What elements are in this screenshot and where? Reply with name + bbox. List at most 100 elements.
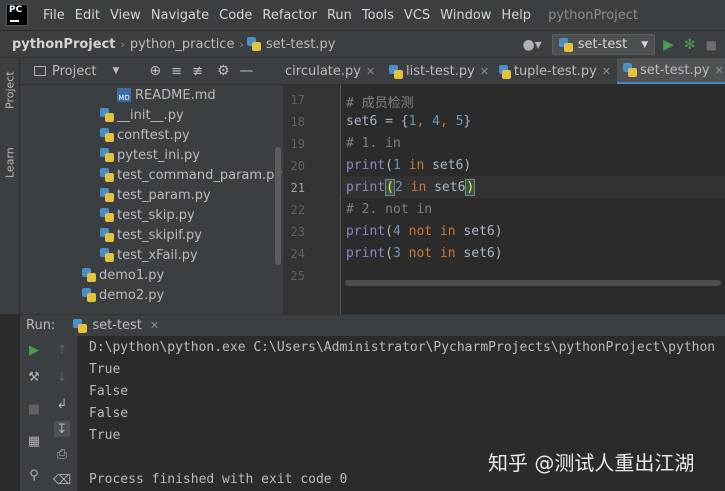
list-item[interactable]: MD README.md bbox=[117, 85, 216, 105]
code-line[interactable]: # 1. in bbox=[346, 136, 401, 151]
code-line[interactable]: print(4 not in set6) bbox=[346, 224, 503, 239]
python-file-icon bbox=[100, 188, 114, 202]
list-item[interactable]: conftest.py bbox=[100, 125, 190, 145]
menu-tools[interactable]: Tools bbox=[357, 8, 399, 23]
code-line[interactable]: # 成员检测 bbox=[346, 92, 414, 111]
code-line[interactable]: print(3 not in set6) bbox=[346, 246, 503, 261]
console-line: False bbox=[89, 384, 129, 399]
project-panel-header: Project ▼ ⊕ ≡ ≢ ⚙ — bbox=[20, 58, 283, 85]
line-number-gutter: 17 18 19 20 21 22 23 24 25 bbox=[283, 85, 341, 314]
run-icon[interactable]: ▶ bbox=[663, 37, 674, 53]
code-line[interactable]: set6 = {1, 4, 5} bbox=[346, 114, 471, 129]
run-tab-label[interactable]: set-test bbox=[92, 318, 142, 333]
run-label: Run: bbox=[26, 318, 56, 333]
tab-set-test[interactable]: set-test.py ✕ bbox=[617, 58, 725, 84]
list-item[interactable]: test_skipif.py bbox=[100, 225, 202, 245]
line-number: 24 bbox=[290, 247, 305, 261]
watermark: 知乎 @测试人重出江湖 bbox=[488, 451, 695, 475]
project-scrollbar[interactable] bbox=[275, 147, 281, 265]
print-icon[interactable]: ⎙ bbox=[54, 446, 70, 462]
left-tool-strip: Project Learn bbox=[0, 58, 20, 314]
python-file-icon bbox=[82, 288, 96, 302]
console-line: Process finished with exit code 0 bbox=[89, 472, 348, 487]
code-line[interactable]: print(1 in set6) bbox=[346, 158, 471, 173]
arrow-up-icon[interactable]: ↑ bbox=[54, 342, 70, 358]
chevron-down-icon[interactable]: ▼ bbox=[112, 66, 119, 76]
list-item[interactable]: test_xFail.py bbox=[100, 245, 198, 265]
console-line: True bbox=[89, 362, 121, 377]
list-item[interactable]: __init__.py bbox=[100, 105, 184, 125]
list-item[interactable]: test_command_param.py bbox=[100, 165, 282, 185]
user-icon[interactable]: ●▾ bbox=[522, 37, 541, 53]
close-icon[interactable]: ✕ bbox=[150, 319, 159, 332]
menu-view[interactable]: View bbox=[105, 8, 146, 23]
tab-tuple-test[interactable]: tuple-test.py ✕ bbox=[499, 58, 611, 84]
tab-circulate[interactable]: circulate.py ✕ bbox=[285, 58, 381, 84]
close-icon[interactable]: ✕ bbox=[480, 65, 489, 78]
menu-window[interactable]: Window bbox=[435, 8, 496, 23]
pin-icon[interactable]: ⚲ bbox=[26, 467, 42, 483]
menu-code[interactable]: Code bbox=[214, 8, 257, 23]
learn-tool-tab[interactable]: Learn bbox=[1, 138, 19, 188]
stop-icon[interactable]: ■ bbox=[706, 38, 717, 52]
window-title: pythonProject bbox=[548, 7, 639, 23]
pycharm-logo-icon: PC bbox=[6, 4, 28, 26]
python-file-icon bbox=[73, 318, 88, 333]
breadcrumb-file[interactable]: set-test.py bbox=[264, 37, 338, 52]
markdown-file-icon: MD bbox=[117, 88, 131, 102]
python-file-icon bbox=[558, 37, 573, 52]
list-item[interactable]: demo2.py bbox=[82, 285, 164, 305]
menu-run[interactable]: Run bbox=[322, 8, 357, 23]
layout-icon[interactable]: ▦ bbox=[26, 433, 42, 449]
project-view-select[interactable]: Project bbox=[52, 64, 96, 79]
python-file-icon bbox=[623, 63, 637, 77]
python-file-icon bbox=[100, 128, 114, 142]
menu-refactor[interactable]: Refactor bbox=[257, 8, 322, 23]
hide-icon[interactable]: — bbox=[240, 63, 254, 79]
menu-help[interactable]: Help bbox=[496, 8, 536, 23]
run-toolbar: ▶ ↑ ⚒ ↓ ■ ↲ ↧ ▦ ⎙ ⚲ ⌫ bbox=[20, 336, 78, 491]
console-line: False bbox=[89, 406, 129, 421]
breadcrumb-project[interactable]: pythonProject bbox=[10, 37, 118, 52]
rerun-icon[interactable]: ▶ bbox=[26, 342, 42, 358]
run-configuration-select[interactable]: set-test ▼ bbox=[551, 34, 656, 55]
navigation-bar: pythonProject › python_practice › set-te… bbox=[0, 30, 725, 58]
line-number: 17 bbox=[290, 93, 305, 107]
line-number: 18 bbox=[290, 115, 305, 129]
list-item[interactable]: pytest_ini.py bbox=[100, 145, 200, 165]
gear-icon[interactable]: ⚙ bbox=[217, 63, 230, 79]
code-line[interactable]: print(2 in set6) bbox=[346, 179, 476, 196]
trash-icon[interactable]: ⌫ bbox=[53, 472, 71, 488]
close-icon[interactable]: ✕ bbox=[366, 65, 375, 78]
collapse-all-icon[interactable]: ≢ bbox=[192, 64, 203, 79]
menu-bar: PC File Edit View Navigate Code Refactor… bbox=[0, 0, 725, 30]
debug-icon[interactable]: ✻ bbox=[684, 37, 696, 53]
editor-horizontal-scrollbar[interactable] bbox=[345, 280, 721, 286]
code-editor: circulate.py ✕ list-test.py ✕ tuple-test.p… bbox=[283, 58, 725, 314]
close-icon[interactable]: ✕ bbox=[715, 64, 724, 77]
list-item[interactable]: demo1.py bbox=[82, 265, 164, 285]
menu-vcs[interactable]: VCS bbox=[399, 8, 435, 23]
tab-list-test[interactable]: list-test.py ✕ bbox=[389, 58, 491, 84]
code-line[interactable]: # 2. not in bbox=[346, 202, 432, 217]
menu-file[interactable]: File bbox=[38, 8, 70, 23]
list-item[interactable]: test_param.py bbox=[100, 185, 211, 205]
python-file-icon bbox=[100, 228, 114, 242]
run-tool-header: Run: set-test ✕ bbox=[20, 314, 725, 336]
stop-icon[interactable]: ■ bbox=[26, 401, 42, 417]
close-icon[interactable]: ✕ bbox=[602, 65, 611, 78]
breadcrumb-separator-icon: › bbox=[239, 37, 244, 51]
arrow-down-icon[interactable]: ↓ bbox=[54, 369, 70, 385]
wrench-icon[interactable]: ⚒ bbox=[26, 369, 42, 385]
expand-all-icon[interactable]: ≡ bbox=[171, 64, 182, 79]
breadcrumb-folder[interactable]: python_practice bbox=[128, 37, 237, 52]
python-file-icon bbox=[100, 248, 114, 262]
soft-wrap-icon[interactable]: ↲ bbox=[54, 396, 70, 412]
menu-navigate[interactable]: Navigate bbox=[146, 8, 214, 23]
menu-edit[interactable]: Edit bbox=[70, 8, 105, 23]
scroll-to-end-icon[interactable]: ↧ bbox=[54, 421, 70, 437]
list-item[interactable]: test_skip.py bbox=[100, 205, 195, 225]
project-tool-tab[interactable]: Project bbox=[1, 60, 19, 120]
locate-icon[interactable]: ⊕ bbox=[149, 63, 161, 79]
python-file-icon bbox=[82, 268, 96, 282]
